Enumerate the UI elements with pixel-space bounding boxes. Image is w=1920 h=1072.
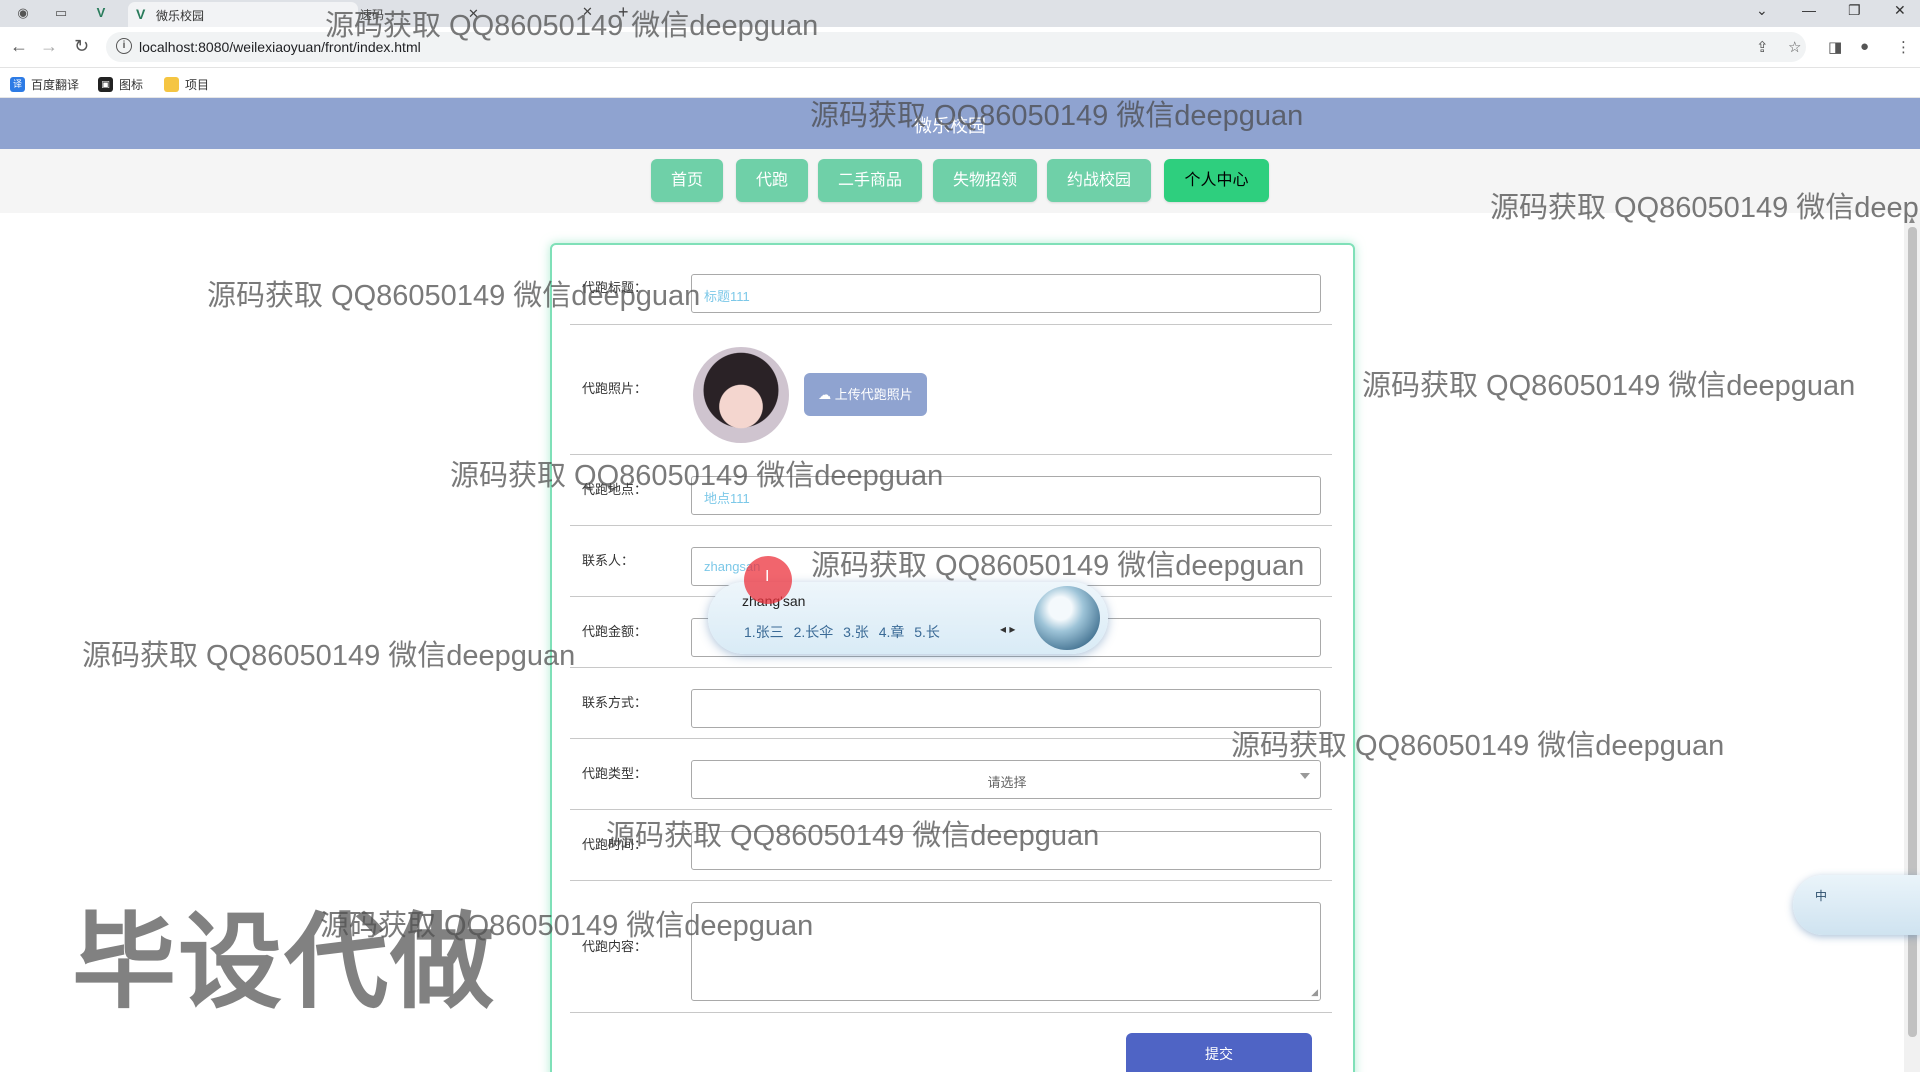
type-select[interactable]: 请选择 (691, 760, 1321, 799)
restore-icon[interactable]: ❐ (1848, 2, 1861, 19)
minimize-icon[interactable]: — (1802, 2, 1816, 18)
ime-page-arrows-icon[interactable]: ◂ ▸ (1000, 622, 1015, 636)
side-panel-icon[interactable]: ◨ (1828, 38, 1842, 56)
photo-label: 代跑照片： (582, 381, 648, 396)
big-watermark: 毕设代做 (72, 905, 497, 1021)
bookmark-label: 图标 (119, 78, 144, 92)
type-select-placeholder: 请选择 (987, 775, 1027, 790)
watermark: 源码获取 QQ86050149 微信deepguan (82, 640, 576, 672)
browser-tab-strip: ◉ ▭ V V 微乐校园 ✕ 速码 ✕ + ⌄ — ❐ ✕ (0, 0, 1920, 27)
tab-active[interactable]: V 微乐校园 ✕ (128, 2, 479, 27)
watermark: 源码获取 QQ86050149 微信deepguan (325, 10, 819, 42)
window-close-icon[interactable]: ✕ (1894, 2, 1906, 19)
tab-search-icon[interactable]: ◉ (14, 4, 32, 22)
watermark: 源码获取 QQ86050149 微信deepguan (811, 550, 1305, 582)
ime-status-bar[interactable]: 中 (1793, 875, 1920, 935)
nav-home[interactable]: 首页 (651, 159, 723, 202)
address-bar: ← → ↻ i localhost:8080/weilexiaoyuan/fro… (0, 27, 1920, 68)
row-divider (570, 809, 1332, 810)
errand-photo (693, 347, 789, 443)
row-divider (570, 880, 1332, 881)
phone-label: 联系方式： (582, 695, 648, 710)
watermark: 源码获取 QQ86050149 微信deepguan (1362, 370, 1856, 402)
tab-title: 微乐校园 (156, 9, 205, 23)
share-icon[interactable]: ⇪ (1756, 38, 1769, 56)
bookmark-star-icon[interactable]: ☆ (1788, 38, 1801, 56)
watermark: 源码获取 QQ86050149 微信deepguan (606, 820, 1100, 852)
bookmark-icons[interactable]: ▣ 图标 (98, 76, 143, 93)
bookmark-baidu-translate[interactable]: 译 百度翻译 (10, 76, 79, 93)
title-input-value: 标题111 (704, 289, 750, 304)
image-icon: ▣ (98, 77, 113, 92)
amount-label: 代跑金额： (582, 624, 648, 639)
ime-candidates[interactable]: 1.张三 2.长伞 3.张 4.章 5.长 (744, 622, 940, 642)
watermark: 源码获取 QQ86050149 微信deepguan (1490, 192, 1920, 224)
contact-label: 联系人： (582, 553, 635, 568)
bookmark-label: 项目 (185, 78, 210, 92)
bookmark-project[interactable]: 项目 (164, 76, 209, 93)
row-divider (570, 667, 1332, 668)
bookmark-label: 百度翻译 (31, 78, 80, 92)
tab-search-dropdown-icon[interactable]: ⌄ (1756, 2, 1768, 19)
cloud-upload-icon: ☁ (818, 387, 835, 402)
submit-button[interactable]: 提交 (1126, 1033, 1312, 1072)
nav-lost-found[interactable]: 失物招领 (933, 159, 1037, 202)
folder-icon (164, 77, 179, 92)
title-input[interactable]: 标题111 (691, 274, 1321, 313)
reload-icon[interactable]: ↻ (74, 36, 89, 57)
watermark: 源码获取 QQ86050149 微信deepguan (810, 100, 1304, 132)
row-divider (570, 738, 1332, 739)
watermark: 源码获取 QQ86050149 微信deepguan (450, 460, 944, 492)
row-divider (570, 324, 1332, 325)
menu-kebab-icon[interactable]: ⋮ (1896, 38, 1911, 56)
nav-errand[interactable]: 代跑 (736, 159, 808, 202)
upload-photo-label: 上传代跑照片 (834, 387, 913, 402)
type-label: 代跑类型： (582, 766, 648, 781)
watermark: 源码获取 QQ86050149 微信deepguan (1231, 730, 1725, 762)
ime-skin-decoration (1034, 586, 1100, 650)
forward-icon[interactable]: → (40, 36, 58, 57)
nav-secondhand[interactable]: 二手商品 (818, 159, 922, 202)
watermark: 源码获取 QQ86050149 微信deepguan (207, 280, 701, 312)
vue-tab-icon[interactable]: V (92, 4, 110, 22)
row-divider (570, 525, 1332, 526)
page-scrollbar[interactable]: ▲ (1904, 213, 1920, 1072)
translate-icon: 译 (10, 77, 25, 92)
nav-campus-match[interactable]: 约战校园 (1047, 159, 1151, 202)
vue-logo-icon: V (136, 6, 146, 22)
row-divider (570, 1012, 1332, 1013)
text-cursor-icon: I (765, 568, 770, 585)
chevron-down-icon (1300, 773, 1310, 779)
tab-page-icon[interactable]: ▭ (52, 4, 70, 22)
phone-input[interactable] (691, 689, 1321, 728)
profile-avatar-icon[interactable]: ● (1860, 38, 1869, 55)
upload-photo-button[interactable]: ☁ 上传代跑照片 (804, 373, 927, 416)
site-info-icon[interactable]: i (116, 38, 132, 54)
ime-mode-label: 中 (1815, 889, 1828, 903)
resize-grip-icon[interactable]: ◢ (1311, 987, 1318, 998)
back-icon[interactable]: ← (10, 36, 28, 57)
nav-personal-center[interactable]: 个人中心 (1164, 159, 1269, 202)
